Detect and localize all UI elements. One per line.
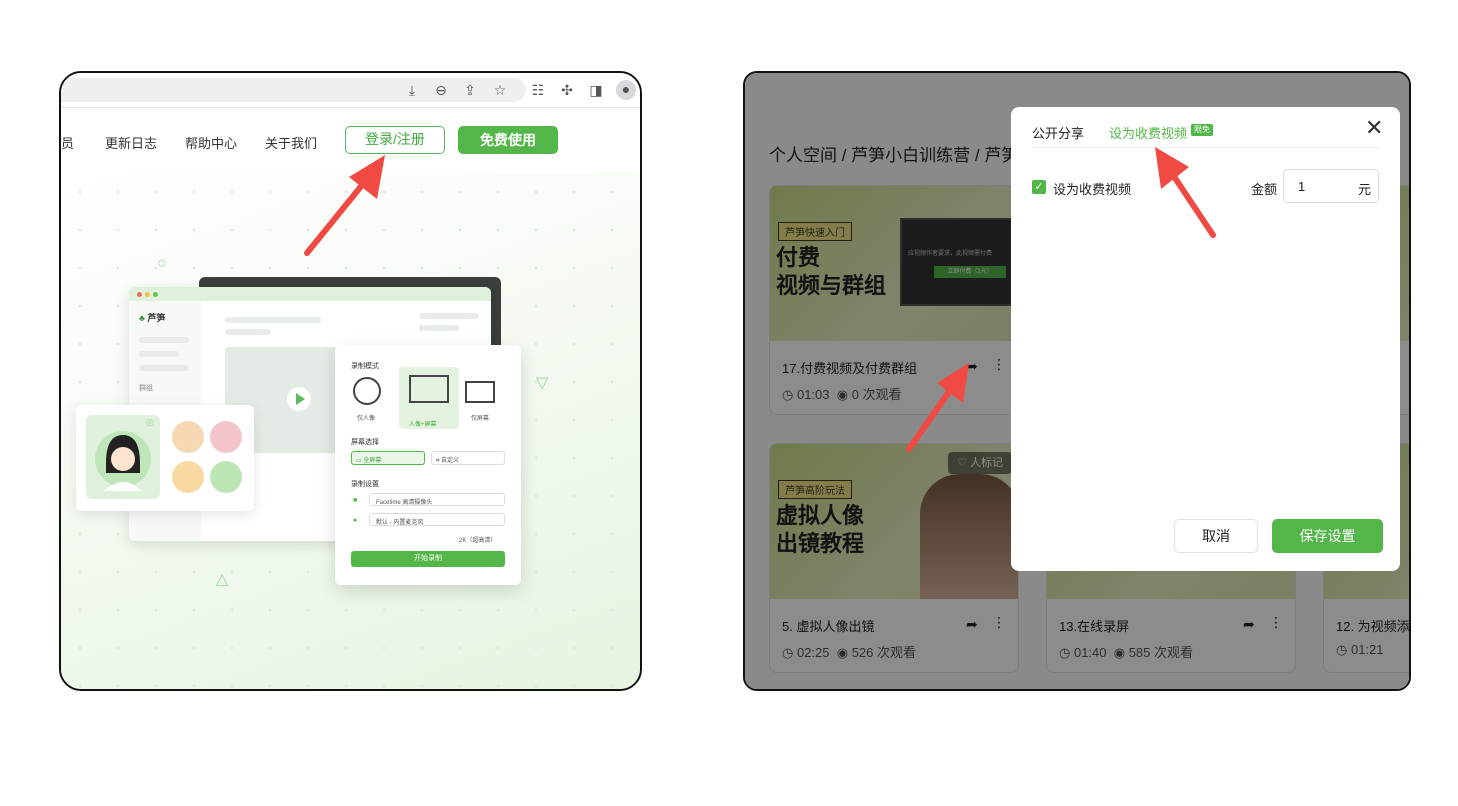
right-screenshot-panel: 个人空间 / 芦笋小白训练营 / 芦笋 芦笋快速入门 付费 视频与群组 应视频作…	[743, 71, 1411, 691]
mode-both-label: 人像+屏幕	[409, 422, 437, 428]
login-register-button[interactable]: 登录/注册	[345, 126, 445, 154]
hero-illustration: ○ ▽ △ ♣ 芦笋 群组 ◎ 录制模式 仅人像 人像+屏幕 仅屏幕 屏幕选择 …	[61, 173, 640, 689]
tab-public-share[interactable]: 公开分享	[1032, 123, 1084, 142]
portrait-mode-icon[interactable]	[353, 377, 381, 405]
record-settings-panel: 录制模式 仅人像 人像+屏幕 仅屏幕 屏幕选择 ▭ 全屏幕 ⌗ 自定义 录制设置…	[335, 345, 521, 585]
paid-video-checkbox[interactable]: ✓	[1032, 180, 1046, 194]
free-limited-badge: 限免	[1191, 124, 1213, 136]
paid-video-checkbox-label[interactable]: 设为收费视频	[1053, 179, 1131, 198]
tab-paid-video[interactable]: 设为收费视频	[1109, 123, 1187, 142]
bookmark-star-icon[interactable]: ☆	[491, 81, 509, 99]
circle-decoration-icon: ○	[157, 255, 167, 272]
app-group-label: 群组	[139, 385, 153, 392]
reading-list-icon[interactable]: ☷	[529, 81, 547, 99]
close-icon[interactable]: ✕	[1365, 115, 1383, 141]
screen-select-label: 屏幕选择	[351, 439, 379, 446]
portrait-screen-icon	[409, 375, 449, 403]
microphone-icon: ●	[353, 517, 358, 524]
profile-avatar-icon[interactable]: ●	[616, 80, 636, 100]
app-logo: ♣ 芦笋	[139, 313, 166, 323]
save-settings-button[interactable]: 保存设置	[1272, 519, 1383, 553]
play-icon	[287, 387, 311, 411]
share-settings-modal: 公开分享 设为收费视频 限免 ✕ ✓ 设为收费视频 金额 1 元 取消 保存设置	[1011, 107, 1400, 571]
camera-select[interactable]: Facetime 高清摄像头	[369, 493, 505, 506]
screen-mode-icon[interactable]	[465, 381, 495, 403]
cancel-button[interactable]: 取消	[1174, 519, 1258, 553]
record-mode-label: 录制模式	[351, 363, 379, 370]
quality-select[interactable]: 2K（超高清）	[459, 535, 496, 544]
amount-value: 1	[1298, 179, 1306, 194]
nav-item-help[interactable]: 帮助中心	[185, 133, 237, 152]
divider	[1032, 147, 1379, 148]
avatar-picker-card: ◎	[76, 405, 254, 511]
nav-item-partial[interactable]: 员	[61, 133, 74, 152]
amount-unit: 元	[1358, 182, 1372, 197]
address-bar[interactable]	[61, 78, 526, 102]
left-screenshot-panel: ⤓ ⊖ ⇪ ☆ ☷ ✣ ◨ ● 员 更新日志 帮助中心 关于我们 登录/注册 免…	[59, 71, 642, 691]
amount-label: 金额	[1251, 182, 1278, 197]
avatar-fox[interactable]	[172, 461, 204, 493]
site-navigation: 员 更新日志 帮助中心 关于我们 登录/注册 免费使用	[61, 107, 640, 173]
avatar-panda[interactable]	[210, 461, 242, 493]
browser-toolbar: ⤓ ⊖ ⇪ ☆ ☷ ✣ ◨ ●	[61, 73, 640, 107]
side-panel-icon[interactable]: ◨	[587, 81, 605, 99]
start-recording-button[interactable]: 开始录制	[351, 551, 505, 567]
nav-item-changelog[interactable]: 更新日志	[105, 133, 157, 152]
triangle-down-decoration-icon: ▽	[536, 375, 549, 392]
nav-item-about[interactable]: 关于我们	[265, 133, 317, 152]
microphone-select[interactable]: 默认 - 内置麦克风	[369, 513, 505, 526]
mode-screen-label: 仅屏幕	[471, 416, 490, 422]
triangle-up-decoration-icon: △	[216, 571, 229, 588]
check-circle-icon: ◎	[146, 417, 154, 427]
zoom-out-icon[interactable]: ⊖	[432, 81, 450, 99]
install-icon[interactable]: ⤓	[403, 81, 421, 99]
screen-full-option[interactable]: ▭ 全屏幕	[351, 451, 425, 465]
record-settings-label: 录制设置	[351, 481, 379, 488]
screen-custom-option[interactable]: ⌗ 自定义	[431, 451, 505, 465]
amount-input[interactable]: 1 元	[1283, 169, 1379, 203]
avatar-deer[interactable]	[210, 421, 242, 453]
mode-portrait-label: 仅人像	[357, 416, 376, 422]
avatar-hamster[interactable]	[172, 421, 204, 453]
extensions-icon[interactable]: ✣	[558, 81, 576, 99]
free-use-button[interactable]: 免费使用	[458, 126, 558, 154]
share-icon[interactable]: ⇪	[461, 81, 479, 99]
camera-icon: ■	[353, 497, 358, 504]
